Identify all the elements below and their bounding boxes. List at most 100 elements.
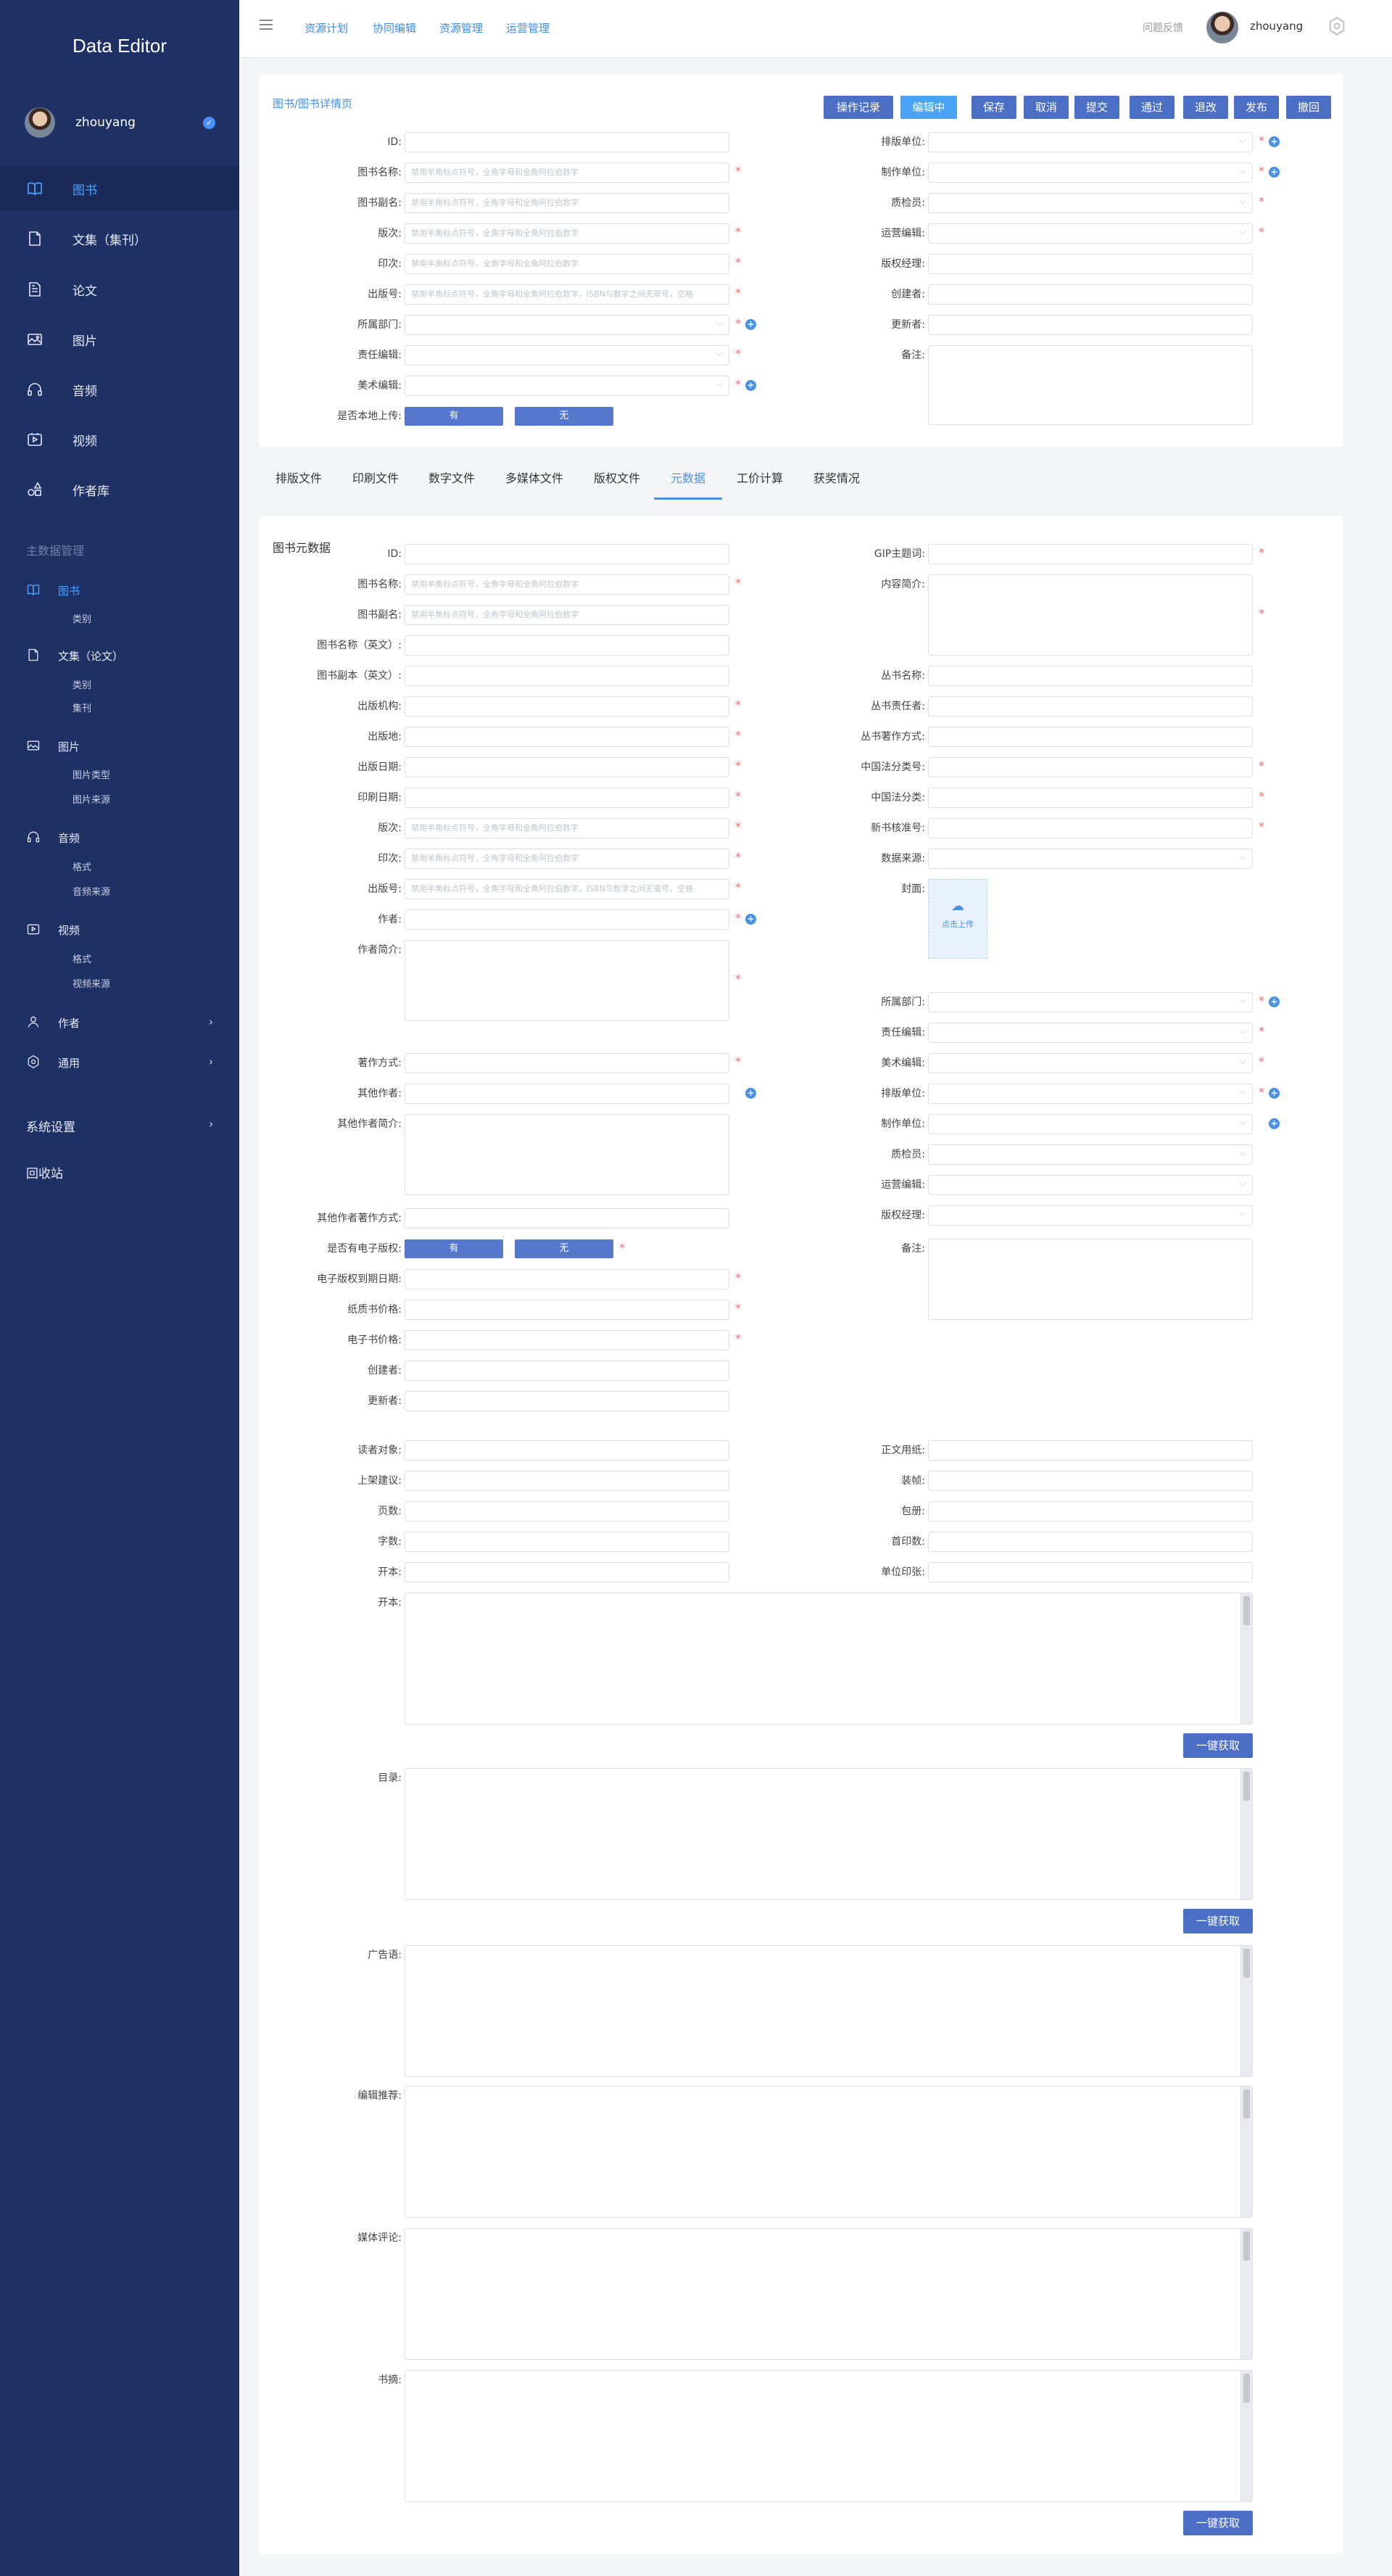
return-button[interactable]: 退改 (1183, 96, 1228, 119)
text-input[interactable] (405, 1083, 729, 1104)
text-input[interactable] (928, 1083, 1253, 1104)
text-input[interactable]: 禁用半角标点符号，全角字母和全角阿拉伯数字 (405, 193, 729, 213)
text-input[interactable] (405, 757, 729, 777)
textarea-field[interactable] (928, 574, 1253, 656)
sidebar-item-system[interactable]: 系统设置 › (26, 1117, 222, 1135)
avatar[interactable] (1206, 12, 1238, 44)
text-input[interactable] (405, 1440, 729, 1461)
add-icon[interactable]: + (1269, 136, 1280, 147)
add-icon[interactable]: + (1269, 1118, 1280, 1129)
long-textarea[interactable] (405, 2086, 1253, 2218)
textarea-field[interactable] (405, 940, 729, 1021)
tab-digital[interactable]: 数字文件 (428, 468, 475, 486)
text-input[interactable] (405, 1269, 729, 1289)
text-input[interactable]: 禁用半角标点符号，全角字母和全角阿拉伯数字 (405, 849, 729, 869)
text-input[interactable] (928, 1144, 1253, 1165)
sidebar-group-video[interactable]: 视频 (0, 918, 239, 940)
yes-button[interactable]: 有 (405, 1239, 503, 1258)
textarea-field[interactable] (405, 1114, 729, 1195)
cover-upload[interactable]: ☁ 点击上传 (928, 879, 987, 959)
text-input[interactable] (928, 315, 1253, 335)
sidebar-item-papers[interactable]: 论文 (0, 268, 239, 311)
sidebar-group-images[interactable]: 图片 (0, 735, 239, 756)
tab-print[interactable]: 印刷文件 (352, 468, 399, 486)
text-input[interactable] (405, 1053, 729, 1073)
tab-copyright[interactable]: 版权文件 (594, 468, 640, 486)
nav-link[interactable]: 资源管理 (439, 20, 483, 36)
scrollbar[interactable] (1240, 1593, 1252, 1724)
add-icon[interactable]: + (745, 1088, 756, 1099)
scrollbar[interactable] (1240, 2086, 1252, 2217)
text-input[interactable] (928, 1175, 1253, 1195)
add-icon[interactable]: + (1269, 167, 1280, 178)
sidebar-subitem[interactable]: 类别 (72, 677, 91, 691)
text-input[interactable] (405, 696, 729, 717)
text-input[interactable] (928, 132, 1253, 152)
text-input[interactable]: 禁用半角标点符号，全角字母和全角阿拉伯数字 (405, 605, 729, 625)
text-input[interactable] (405, 1471, 729, 1491)
text-input[interactable] (928, 284, 1253, 305)
text-input[interactable] (405, 1391, 729, 1411)
text-input[interactable] (928, 223, 1253, 244)
tab-typesetting[interactable]: 排版文件 (276, 468, 322, 486)
text-input[interactable] (405, 376, 729, 396)
text-input[interactable] (405, 1562, 729, 1582)
remarks-textarea[interactable] (928, 345, 1253, 425)
cancel-button[interactable]: 取消 (1024, 96, 1069, 119)
text-input[interactable] (928, 1562, 1253, 1582)
nav-link[interactable]: 资源计划 (304, 20, 348, 36)
text-input[interactable] (405, 1532, 729, 1552)
sidebar-subitem[interactable]: 图片来源 (72, 792, 110, 806)
no-button[interactable]: 无 (515, 1239, 613, 1258)
add-icon[interactable]: + (1269, 1088, 1280, 1099)
scrollbar[interactable] (1240, 1769, 1252, 1899)
text-input[interactable]: 禁用半角标点符号，全角字母和全角阿拉伯数字，ISBN与数字之间无需号，空格 (405, 879, 729, 899)
add-icon[interactable]: + (745, 319, 756, 330)
approve-button[interactable]: 通过 (1130, 96, 1174, 119)
text-input[interactable] (928, 696, 1253, 717)
tab-metadata[interactable]: 元数据 (671, 468, 705, 486)
text-input[interactable] (405, 544, 729, 564)
sidebar-item-images[interactable]: 图片 (0, 318, 239, 361)
nav-link[interactable]: 协同编辑 (373, 20, 416, 36)
text-input[interactable] (928, 1205, 1253, 1226)
text-input[interactable] (405, 315, 729, 335)
text-input[interactable] (928, 1471, 1253, 1491)
sidebar-item-audio[interactable]: 音频 (0, 368, 239, 411)
sidebar-item-video[interactable]: 视频 (0, 418, 239, 461)
scrollbar[interactable] (1240, 1946, 1252, 2076)
sidebar-item-authors[interactable]: 作者库 (0, 468, 239, 511)
sidebar-item-recycle[interactable]: 回收站 (26, 1163, 63, 1181)
scrollbar[interactable] (1240, 2371, 1252, 2501)
sidebar-subitem[interactable]: 格式 (72, 859, 91, 873)
text-input[interactable] (928, 818, 1253, 838)
text-input[interactable] (928, 1023, 1253, 1043)
text-input[interactable] (928, 193, 1253, 213)
nav-link[interactable]: 运营管理 (506, 20, 550, 36)
history-button[interactable]: 操作记录 (824, 96, 893, 119)
text-input[interactable]: 禁用半角标点符号，全角字母和全角阿拉伯数字 (405, 254, 729, 274)
save-button[interactable]: 保存 (972, 96, 1016, 119)
tab-awards[interactable]: 获奖情况 (813, 468, 860, 486)
sidebar-group-common[interactable]: 通用 › (0, 1051, 239, 1073)
sidebar-item-books[interactable]: 图书 (0, 167, 239, 210)
sidebar-subitem[interactable]: 类别 (72, 611, 91, 625)
sidebar-group-books[interactable]: 图书 (0, 579, 239, 600)
text-input[interactable] (928, 254, 1253, 274)
fetch-button[interactable]: 一键获取 (1183, 2511, 1253, 2535)
fetch-button[interactable]: 一键获取 (1183, 1733, 1253, 1758)
text-input[interactable]: 禁用半角标点符号，全角字母和全角阿拉伯数字 (405, 818, 729, 838)
editing-button[interactable]: 编辑中 (900, 96, 957, 119)
text-input[interactable] (928, 1532, 1253, 1552)
long-textarea[interactable] (405, 2370, 1253, 2502)
text-input[interactable]: 禁用半角标点符号，全角字母和全角阿拉伯数字 (405, 223, 729, 244)
text-input[interactable] (405, 909, 729, 930)
withdraw-button[interactable]: 撤回 (1286, 96, 1331, 119)
text-input[interactable] (405, 1361, 729, 1381)
menu-icon[interactable] (260, 20, 273, 30)
settings-icon[interactable] (1327, 16, 1347, 36)
text-input[interactable] (405, 1300, 729, 1320)
publish-button[interactable]: 发布 (1234, 96, 1279, 119)
text-input[interactable] (928, 162, 1253, 183)
yes-button[interactable]: 有 (405, 407, 503, 426)
